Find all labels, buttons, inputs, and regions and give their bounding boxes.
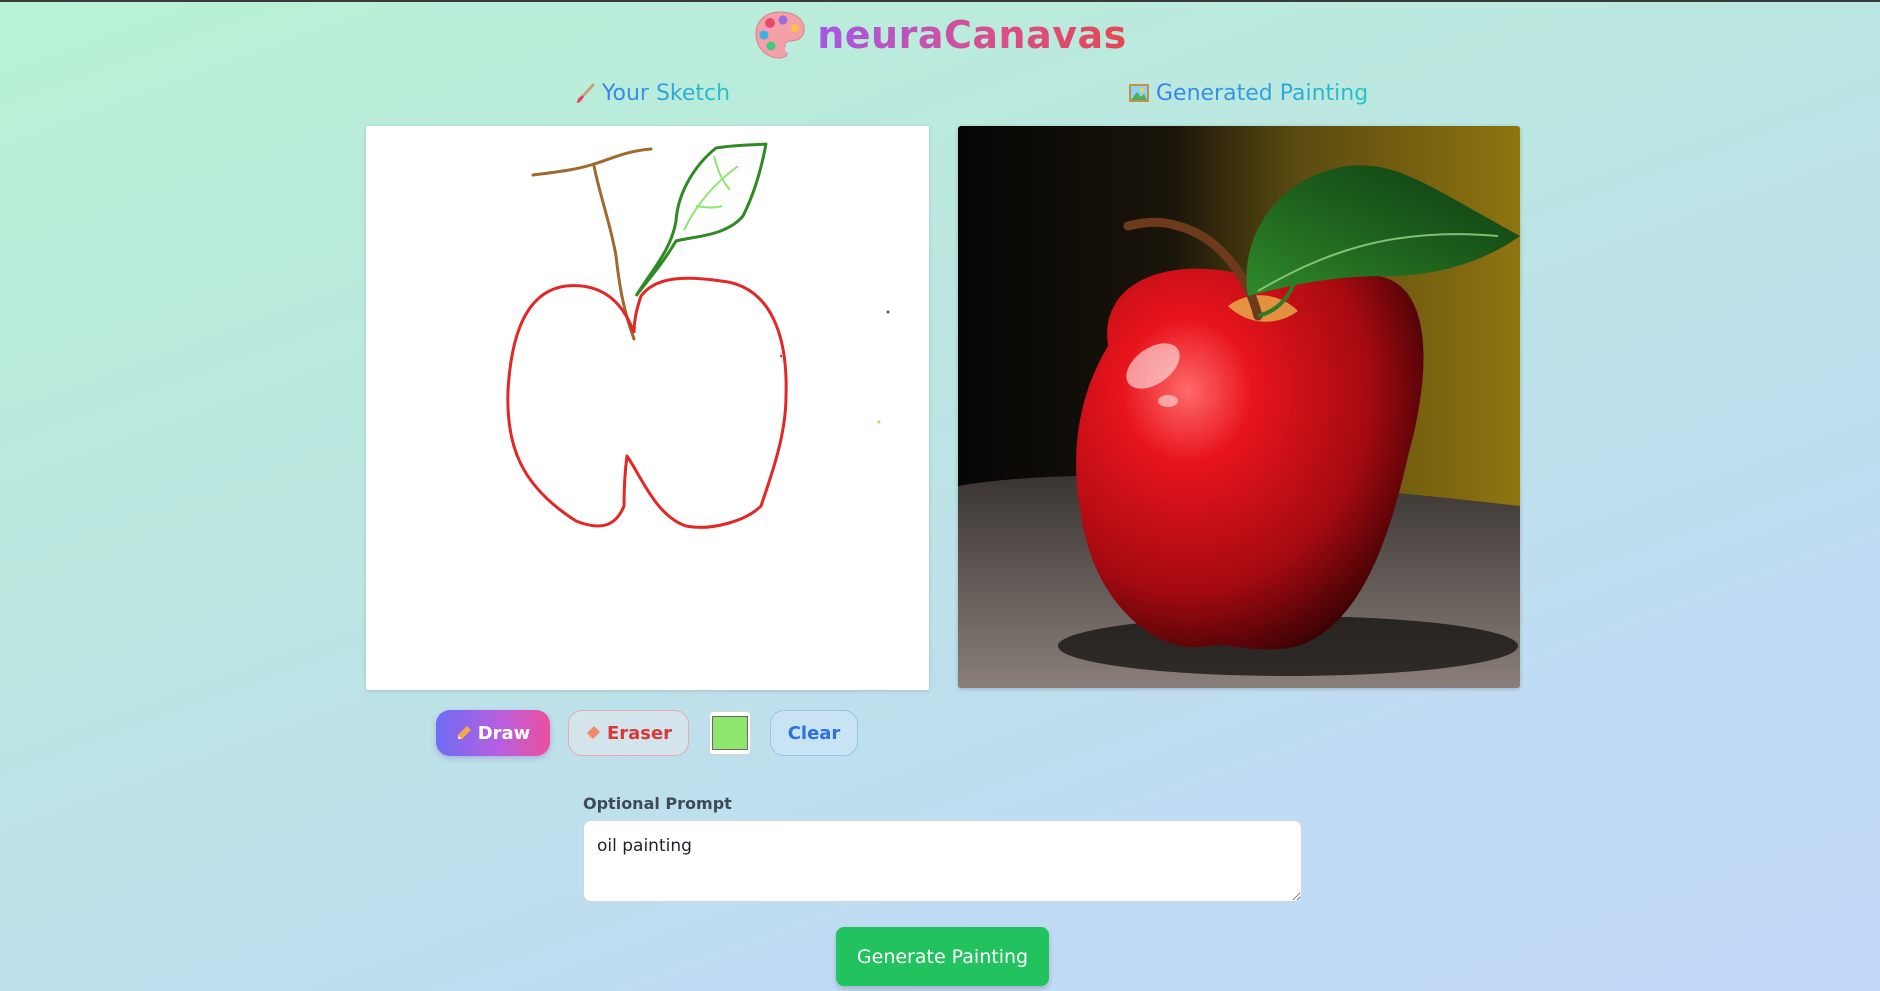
paintbrush-icon [577, 83, 595, 103]
generated-painting [958, 126, 1520, 688]
app-title: neuraCanavas [817, 13, 1127, 57]
apple-painting-image [958, 126, 1520, 688]
sketch-heading: Your Sketch [576, 78, 730, 108]
sketch-canvas[interactable] [366, 126, 929, 690]
eraser-icon [586, 726, 600, 739]
color-picker[interactable] [709, 711, 751, 755]
sketch-apple-stroke [506, 276, 788, 529]
sketch-stem-stroke [531, 147, 653, 177]
sketch-leaf-stroke [634, 142, 768, 297]
eraser-button[interactable]: Eraser [568, 710, 689, 756]
selected-color-swatch [712, 716, 748, 750]
sketch-stray-dot-2 [877, 420, 881, 424]
eraser-button-label: Eraser [606, 722, 673, 744]
sketch-stray-dot-3 [779, 354, 783, 358]
sketch-stray-dot [886, 310, 890, 314]
prompt-label: Optional Prompt [583, 794, 732, 813]
window-top-border [0, 0, 1880, 2]
generate-painting-button[interactable]: Generate Painting [836, 927, 1049, 986]
draw-button-label: Draw [477, 722, 531, 744]
pencil-icon [457, 726, 471, 739]
painting-heading: Generated Painting [1128, 78, 1368, 108]
sketch-drawing [506, 142, 890, 529]
clear-button-label: Clear [787, 722, 841, 744]
painting-heading-label: Generated Painting [1156, 80, 1369, 106]
sketch-stem-stroke-2 [592, 164, 636, 341]
sketch-leaf-vein-3 [695, 205, 723, 209]
prompt-input[interactable]: oil painting [583, 820, 1302, 902]
clear-button[interactable]: Clear [770, 710, 858, 756]
framed-picture-icon [1129, 84, 1149, 102]
draw-button[interactable]: Draw [436, 710, 550, 756]
sketch-heading-label: Your Sketch [602, 80, 731, 106]
app-header: neuraCanavas [0, 8, 1880, 62]
artist-palette-icon [755, 11, 805, 59]
